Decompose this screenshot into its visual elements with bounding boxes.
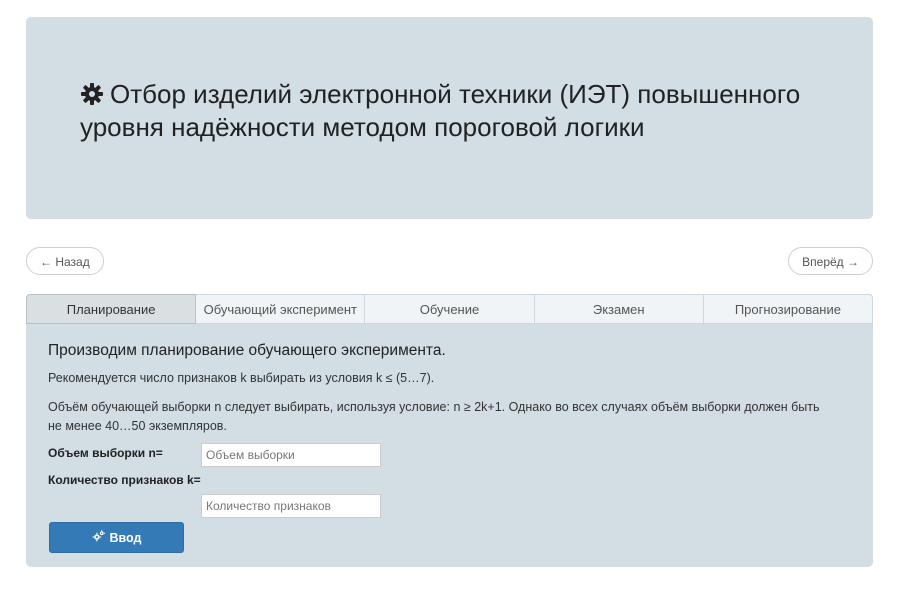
- header-jumbotron: Отбор изделий электронной техники (ИЭТ) …: [26, 17, 873, 219]
- sample-size-input[interactable]: [201, 443, 381, 467]
- page: Отбор изделий электронной техники (ИЭТ) …: [0, 0, 900, 600]
- tab-training-experiment[interactable]: Обучающий эксперимент: [196, 294, 366, 324]
- recommendation-text: Рекомендуется число признаков k выбирать…: [48, 371, 435, 385]
- forward-button[interactable]: Вперёд →: [788, 247, 873, 275]
- page-title: Отбор изделий электронной техники (ИЭТ) …: [80, 79, 840, 142]
- panel-heading: Производим планирование обучающего экспе…: [48, 342, 446, 359]
- back-button[interactable]: ← Назад: [26, 247, 104, 275]
- tab-planning[interactable]: Планирование: [26, 294, 197, 324]
- submit-button[interactable]: Ввод: [49, 522, 184, 553]
- gear-icon: [80, 82, 104, 112]
- feature-count-input[interactable]: [201, 494, 381, 518]
- gears-icon: [92, 529, 105, 546]
- tab-training[interactable]: Обучение: [365, 294, 535, 324]
- page-title-text: Отбор изделий электронной техники (ИЭТ) …: [80, 79, 801, 142]
- tab-exam[interactable]: Экзамен: [534, 294, 704, 324]
- sample-size-label: Объем выборки n=: [48, 446, 163, 460]
- tab-forecasting[interactable]: Прогнозирование: [703, 294, 874, 324]
- tab-bar: Планирование Обучающий эксперимент Обуче…: [26, 294, 874, 324]
- planning-panel: Производим планирование обучающего экспе…: [26, 324, 873, 567]
- submit-label: Ввод: [109, 530, 142, 545]
- sample-size-text: Объём обучающей выборки n следует выбира…: [48, 400, 820, 433]
- feature-count-label: Количество признаков k=: [48, 473, 201, 487]
